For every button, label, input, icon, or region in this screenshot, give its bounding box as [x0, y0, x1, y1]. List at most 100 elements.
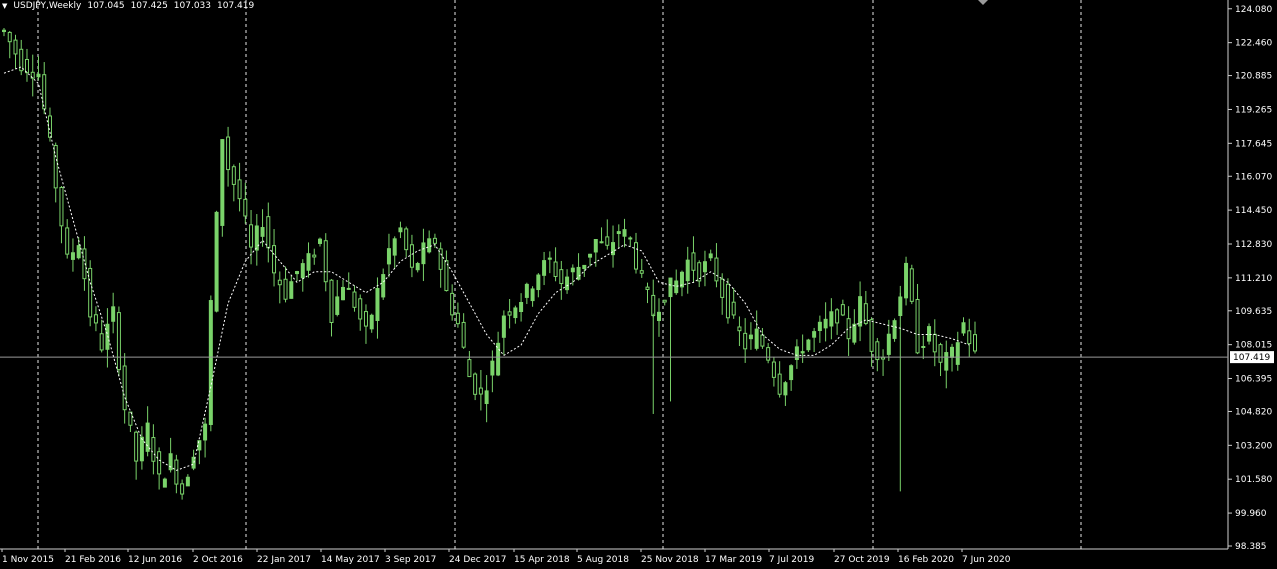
candle-body-105 — [605, 236, 610, 246]
y-tick-label-13: 103.200 — [1235, 441, 1272, 451]
candle-body-111 — [639, 270, 644, 274]
candle-body-132 — [760, 334, 765, 347]
candle-body-67 — [386, 248, 391, 265]
symbol-label: USDJPY,Weekly — [13, 1, 82, 11]
candle-body-38 — [220, 139, 225, 226]
chart-shift-marker-icon[interactable] — [978, 0, 988, 5]
candle-body-127 — [731, 301, 736, 316]
x-tick-label-3: 2 Oct 2016 — [193, 555, 243, 565]
chart-area[interactable]: 124.080 122.460 120.885 119.265 117.645 116.0… — [0, 0, 1277, 569]
candle-body-63 — [363, 311, 368, 327]
y-tick-label-8: 111.210 — [1235, 274, 1272, 284]
candle-body-26 — [151, 437, 156, 462]
candle-body-164 — [944, 352, 949, 371]
candle-body-115 — [662, 299, 667, 303]
candlestick-chart[interactable]: 124.080 122.460 120.885 119.265 117.645 116.0… — [0, 0, 1277, 569]
x-tick-label-6: 3 Sep 2017 — [385, 555, 436, 565]
candle-body-103 — [593, 239, 598, 253]
candle-body-154 — [886, 333, 891, 355]
candle-body-11 — [65, 227, 70, 255]
candle-body-62 — [358, 298, 363, 320]
candle-body-70 — [404, 228, 409, 251]
candle-body-151 — [869, 319, 874, 352]
candle-body-72 — [415, 263, 420, 271]
candle-body-136 — [783, 382, 788, 396]
candle-body-36 — [208, 300, 213, 426]
candle-body-140 — [806, 339, 811, 351]
candle-body-122 — [702, 261, 707, 273]
candle-body-32 — [185, 476, 190, 487]
y-tick-label-5: 116.070 — [1235, 172, 1272, 182]
candle-body-41 — [237, 179, 242, 200]
candle-body-81 — [467, 359, 472, 378]
candle-body-86 — [496, 342, 501, 376]
x-tick-label-2: 12 Jun 2016 — [128, 555, 182, 565]
candle-body-46 — [266, 216, 271, 249]
x-tick-label-13: 27 Oct 2019 — [834, 555, 890, 565]
candle-body-73 — [421, 242, 426, 265]
candle-body-30 — [174, 459, 179, 485]
y-tick-label-9: 109.635 — [1235, 307, 1272, 317]
candle-body-17 — [99, 333, 104, 351]
candle-body-161 — [927, 326, 932, 342]
candle-body-134 — [771, 361, 776, 378]
candle-body-27 — [157, 451, 162, 475]
candle-body-25 — [145, 422, 150, 452]
y-tick-label-4: 117.645 — [1235, 139, 1272, 149]
candle-body-8 — [47, 115, 52, 138]
candle-body-163 — [938, 344, 943, 363]
x-tick-label-12: 7 Jul 2019 — [769, 555, 814, 565]
candle-body-142 — [817, 321, 822, 332]
candle-body-107 — [616, 231, 621, 235]
candle-body-155 — [892, 320, 897, 339]
candle-body-4 — [24, 58, 29, 74]
candle-body-168 — [967, 330, 972, 345]
candle-body-66 — [381, 274, 386, 298]
dropdown-triangle-icon[interactable]: ▼ — [2, 2, 7, 10]
open-value: 107.045 — [87, 1, 125, 11]
candle-body-37 — [214, 211, 219, 312]
candle-body-35 — [203, 423, 208, 441]
candle-body-160 — [921, 345, 926, 348]
y-tick-label-12: 104.820 — [1235, 407, 1272, 417]
candle-body-6 — [36, 73, 41, 78]
candle-body-43 — [249, 224, 254, 248]
candle-body-120 — [691, 252, 696, 271]
close-value: 107.419 — [217, 1, 255, 11]
candle-body-157 — [904, 262, 909, 299]
candle-body-99 — [570, 267, 575, 273]
y-tick-label-16: 98.385 — [1235, 542, 1267, 552]
candle-body-10 — [59, 186, 64, 227]
candle-body-87 — [501, 315, 506, 338]
candle-body-48 — [277, 279, 282, 286]
candle-body-93 — [536, 274, 541, 291]
candle-body-56 — [323, 240, 328, 283]
candle-body-85 — [490, 360, 495, 376]
candle-body-15 — [88, 267, 93, 318]
candle-body-80 — [461, 321, 466, 348]
x-tick-label-11: 17 Mar 2019 — [705, 555, 762, 565]
candle-body-19 — [111, 306, 116, 322]
candle-body-114 — [656, 311, 661, 322]
y-tick-label-14: 101.580 — [1235, 475, 1272, 485]
candle-body-16 — [93, 314, 98, 324]
candle-body-108 — [622, 229, 627, 237]
candle-body-100 — [576, 266, 581, 280]
candle-body-31 — [180, 483, 185, 495]
y-tick-label-15: 99.960 — [1235, 509, 1267, 519]
candle-body-125 — [720, 278, 725, 298]
candle-body-23 — [134, 431, 139, 462]
y-tick-label-7: 112.830 — [1235, 240, 1272, 250]
candle-body-12 — [70, 252, 75, 260]
chart-header: ▼ USDJPY,Weekly 107.045 107.425 107.033 … — [2, 1, 254, 11]
candle-body-159 — [915, 298, 920, 354]
candle-body-165 — [950, 346, 955, 358]
high-value: 107.425 — [130, 1, 168, 11]
candle-body-51 — [295, 271, 300, 275]
candle-body-145 — [835, 309, 840, 324]
candle-body-130 — [748, 334, 753, 340]
candle-body-124 — [714, 257, 719, 282]
candle-body-169 — [973, 334, 977, 352]
candle-body-1 — [7, 31, 12, 43]
candle-body-28 — [162, 478, 167, 488]
